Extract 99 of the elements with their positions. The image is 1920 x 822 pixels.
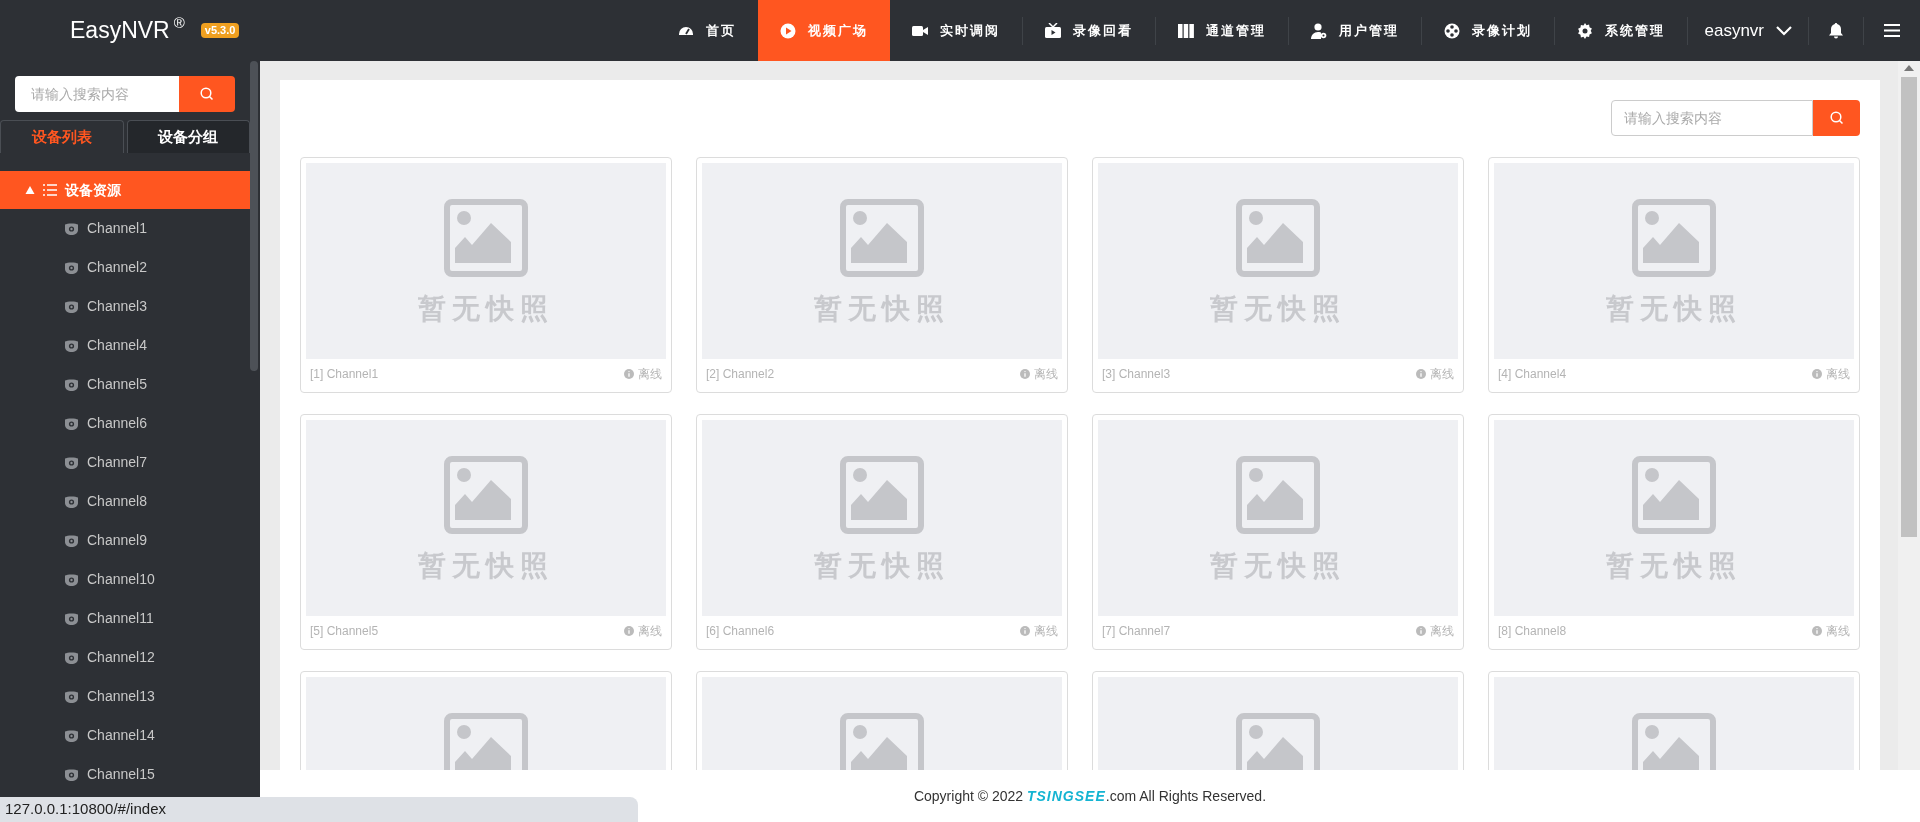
channel-item[interactable]: Channel8	[0, 482, 250, 521]
image-placeholder-icon	[1632, 713, 1716, 770]
info-icon	[1416, 626, 1426, 637]
camera-icon	[65, 222, 78, 235]
status-text: 离线	[638, 366, 662, 384]
tv-icon	[1045, 22, 1062, 39]
channel-label: [6] Channel6	[706, 623, 775, 641]
status-text: 离线	[1430, 366, 1454, 384]
channel-item[interactable]: Channel14	[0, 716, 250, 755]
search-icon	[1829, 111, 1844, 125]
channel-item[interactable]: Channel6	[0, 404, 250, 443]
chevron-down-icon	[1776, 25, 1792, 36]
channel-item[interactable]: Channel4	[0, 326, 250, 365]
nav-tab[interactable]: 系统管理	[1555, 0, 1688, 61]
nav-tab[interactable]: 实时调阅	[890, 0, 1023, 61]
info-icon	[1020, 626, 1030, 637]
camera-icon	[65, 495, 78, 508]
status-text: 离线	[1826, 623, 1850, 641]
search-button[interactable]	[1813, 100, 1860, 136]
camera-icon	[65, 534, 78, 547]
info-icon	[624, 626, 634, 637]
channel-item[interactable]: Channel13	[0, 677, 250, 716]
image-placeholder-icon	[840, 713, 924, 770]
info-icon	[1812, 626, 1822, 637]
columns-icon	[1178, 22, 1195, 39]
nav-tab[interactable]: 录像回看	[1023, 0, 1156, 61]
play-icon	[780, 22, 797, 39]
channel-item[interactable]: Channel10	[0, 560, 250, 599]
user-menu[interactable]: easynvr	[1688, 0, 1808, 61]
image-placeholder-icon	[840, 199, 924, 277]
image-placeholder-icon	[444, 456, 528, 534]
channel-item[interactable]: Channel1	[0, 209, 250, 248]
nav-tab[interactable]: 录像计划	[1422, 0, 1555, 61]
scrollbar-thumb[interactable]	[1901, 77, 1917, 537]
image-placeholder-icon	[1632, 456, 1716, 534]
scroll-up-icon[interactable]	[1904, 65, 1914, 71]
camera-icon	[65, 417, 78, 430]
channel-label: [2] Channel2	[706, 366, 775, 384]
channel-item[interactable]: Channel5	[0, 365, 250, 404]
caret-icon[interactable]	[25, 185, 35, 195]
status-text: 离线	[1430, 623, 1454, 641]
user-gear-icon	[1311, 22, 1328, 39]
camera-icon	[65, 651, 78, 664]
info-icon	[1020, 369, 1030, 380]
channel-item[interactable]: Channel2	[0, 248, 250, 287]
channel-label: [7] Channel7	[1102, 623, 1171, 641]
tab[interactable]: 设备列表	[0, 120, 124, 153]
image-placeholder-icon	[444, 713, 528, 770]
channel-item[interactable]: Channel11	[0, 599, 250, 638]
status-text: 离线	[638, 623, 662, 641]
scrollbar-thumb[interactable]	[250, 61, 258, 371]
image-placeholder-icon	[1236, 713, 1320, 770]
nav-tab[interactable]: 通道管理	[1156, 0, 1289, 61]
registered-mark: ®	[173, 15, 185, 30]
channel-label: [3] Channel3	[1102, 366, 1171, 384]
channel-item[interactable]: Channel12	[0, 638, 250, 677]
camera-icon	[65, 690, 78, 703]
list-icon	[43, 184, 57, 196]
status-text: 离线	[1034, 623, 1058, 641]
channel-label: [4] Channel4	[1498, 366, 1567, 384]
channel-item[interactable]: Channel7	[0, 443, 250, 482]
camera-icon	[65, 378, 78, 391]
camera-icon	[65, 768, 78, 781]
camera-icon	[65, 612, 78, 625]
search-button[interactable]	[179, 76, 235, 112]
copyright-text: Copyright © 2022 TSINGSEE.com All Rights Reserved.	[913, 786, 1267, 806]
status-text: 离线	[1826, 366, 1850, 384]
image-placeholder-icon	[840, 456, 924, 534]
channel-item[interactable]: Channel9	[0, 521, 250, 560]
search-field[interactable]: 请输入搜索内容	[1611, 100, 1813, 136]
channel-label: [8] Channel8	[1498, 623, 1567, 641]
version-badge: v5.3.0	[200, 22, 240, 39]
info-icon	[1416, 369, 1426, 380]
camera-icon	[65, 339, 78, 352]
film-reel-icon	[1444, 22, 1461, 39]
camera-icon	[65, 300, 78, 313]
camera-icon	[65, 573, 78, 586]
camera-icon	[65, 729, 78, 742]
search-field[interactable]: 请输入搜索内容	[15, 76, 179, 112]
status-text: 离线	[1034, 366, 1058, 384]
image-placeholder-icon	[1632, 199, 1716, 277]
image-placeholder-icon	[1236, 199, 1320, 277]
search-icon	[200, 87, 214, 101]
channel-label: [1] Channel1	[310, 366, 379, 384]
nav-tab[interactable]: 用户管理	[1289, 0, 1422, 61]
channel-label: [5] Channel5	[310, 623, 379, 641]
settings-icon	[1577, 22, 1594, 39]
image-placeholder-icon	[1236, 456, 1320, 534]
app-logo: EasyNVR	[70, 19, 170, 42]
nav-tab[interactable]: 首页	[656, 0, 759, 61]
channel-item[interactable]: Channel15	[0, 755, 250, 794]
camera-icon	[65, 456, 78, 469]
browser-status-bar: 127.0.0.1:10800/#/index	[0, 797, 638, 822]
info-icon	[1812, 369, 1822, 380]
image-placeholder-icon	[444, 199, 528, 277]
channel-item[interactable]: Channel3	[0, 287, 250, 326]
camera-icon	[65, 261, 78, 274]
tab[interactable]: 设备分组	[126, 120, 250, 153]
info-icon	[624, 369, 634, 380]
